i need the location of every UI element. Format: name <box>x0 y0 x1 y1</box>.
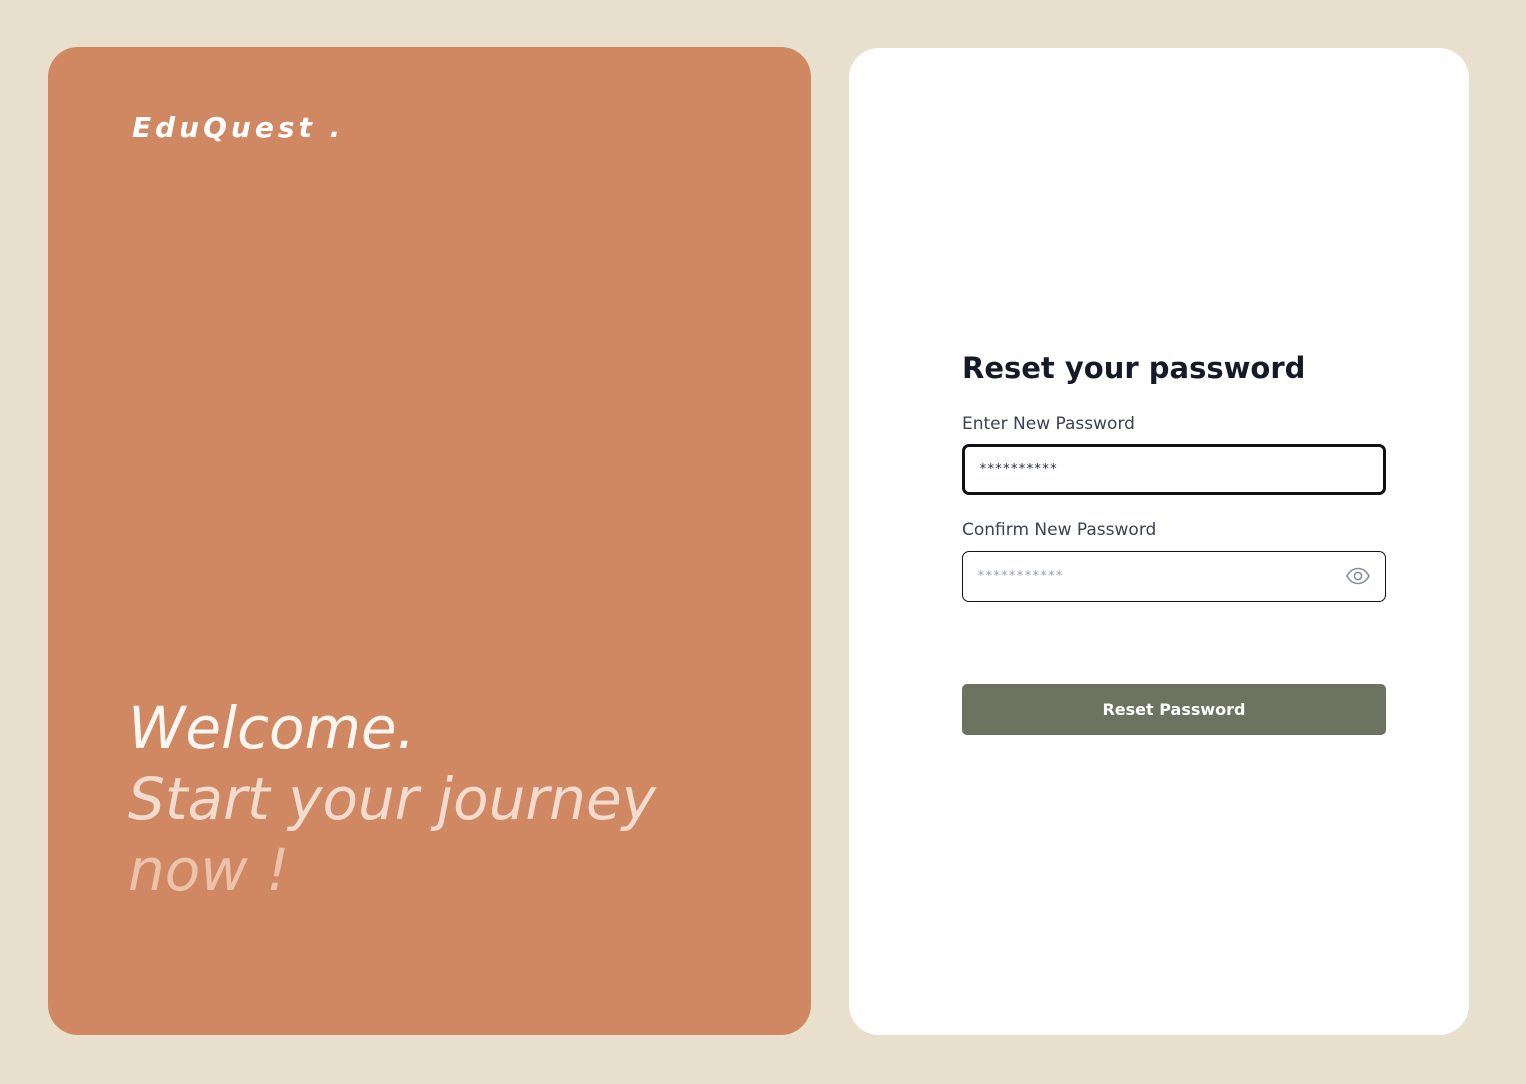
form-panel: Reset your password Enter New Password C… <box>849 48 1469 1035</box>
reset-password-button[interactable]: Reset Password <box>962 684 1386 735</box>
eye-icon[interactable] <box>1345 565 1371 587</box>
brand-logo: EduQuest . <box>132 111 345 144</box>
welcome-tagline: Welcome. Start your journey now ! <box>128 693 788 906</box>
tagline-line-3: now ! <box>128 836 290 904</box>
confirm-password-field <box>962 551 1386 602</box>
confirm-password-label: Confirm New Password <box>962 520 1157 540</box>
hero-panel: EduQuest . Welcome. Start your journey n… <box>48 47 811 1035</box>
form-title: Reset your password <box>962 351 1306 385</box>
confirm-password-input[interactable] <box>977 552 1317 601</box>
tagline-line-1: Welcome. <box>128 694 416 762</box>
new-password-label: Enter New Password <box>962 414 1135 434</box>
reset-password-form: Reset your password Enter New Password C… <box>962 348 1386 735</box>
new-password-input[interactable] <box>979 447 1319 492</box>
new-password-field <box>962 444 1386 495</box>
tagline-line-2: Start your journey <box>128 765 656 833</box>
